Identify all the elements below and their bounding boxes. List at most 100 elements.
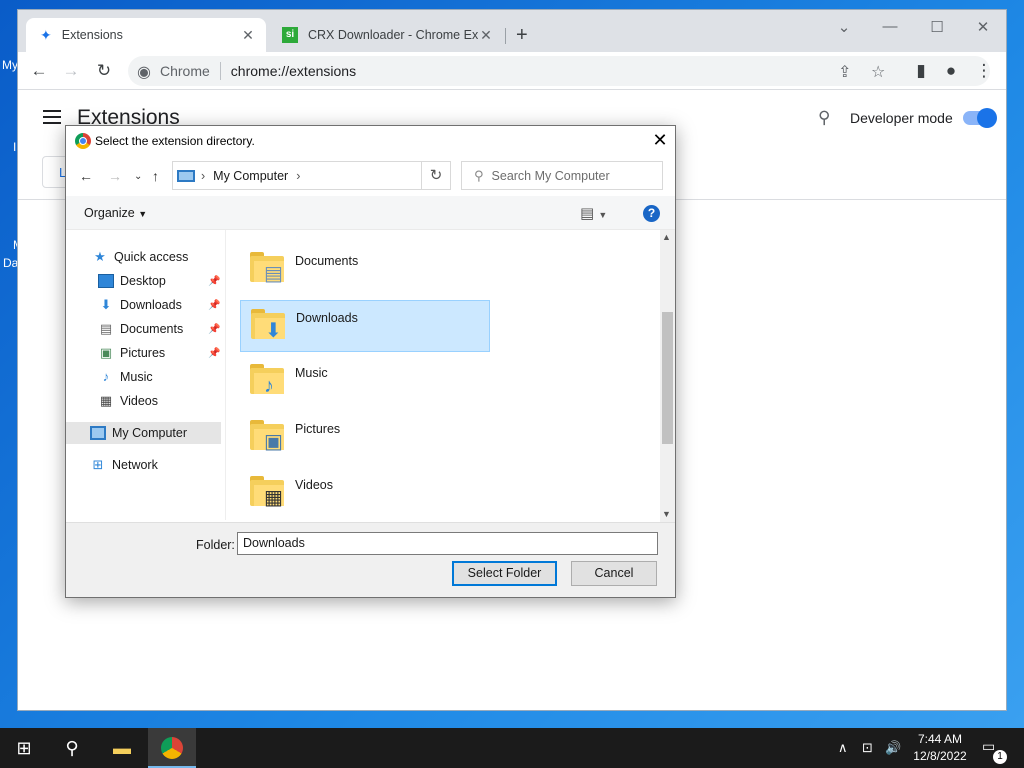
tab-title: Extensions [61,28,123,42]
nav-item-quick-access[interactable]: ★ Quick access [92,246,188,268]
document-icon: ▤ [264,263,283,285]
view-options-icon[interactable]: ▤ ▼ [580,204,607,222]
folder-list-scrollbar[interactable]: ▲ ▼ [660,230,675,522]
pin-icon[interactable]: 📌 [208,276,220,287]
refresh-icon[interactable]: ↻ [421,161,451,190]
select-folder-button[interactable]: Select Folder [452,561,557,586]
scroll-up-icon[interactable]: ▲ [662,232,671,242]
desktop-icon [98,274,114,288]
volume-icon[interactable]: 🔊 [885,740,901,756]
forward-icon[interactable]: → [108,168,122,184]
folder-label: Folder: [196,538,235,552]
folder-list: ▤ Documents ⬇ Downloads ♪ Music ▣ Pictur… [238,230,658,522]
tab-extensions[interactable]: ✦ Extensions ✕ [26,18,266,52]
help-icon[interactable]: ? [643,205,660,222]
puzzle-icon: ✦ [40,26,52,43]
bookmark-star-icon[interactable]: ☆ [871,62,885,82]
scroll-thumb[interactable] [662,312,673,444]
share-icon[interactable]: ⇪ [838,62,851,82]
clock-time: 7:44 AM [917,732,963,746]
side-panel-icon[interactable]: ▮ [910,60,932,82]
computer-icon [90,426,106,440]
nav-item-my-computer[interactable]: My Computer [66,422,221,444]
reload-icon[interactable]: ↻ [93,60,115,82]
network-status-icon[interactable]: ⊡ [862,740,873,756]
nav-item-downloads[interactable]: ⬇ Downloads [98,294,182,316]
tab-search-icon[interactable]: ⌄ [834,18,854,36]
clock-date: 12/8/2022 [913,749,967,763]
nav-item-documents[interactable]: ▤ Documents [98,318,183,340]
select-folder-dialog: Select the extension directory. ✕ ← → ⌄ … [65,125,676,598]
folder-icon: ♪ [250,364,284,397]
toggle-knob [977,108,997,128]
folder-name: Documents [295,254,359,268]
omnibox-url: chrome://extensions [230,63,357,79]
hamburger-icon[interactable] [43,110,61,124]
back-icon[interactable]: ← [79,168,93,184]
chrome-taskbar-icon[interactable] [148,728,196,768]
dialog-address-bar[interactable]: › My Computer › ⌄ [172,161,448,190]
nav-item-music[interactable]: ♪ Music [98,366,153,388]
search-icon[interactable]: ⚲ [48,728,96,768]
clock[interactable]: 7:44 AM 12/8/2022 [905,731,975,765]
desktop-icon-label[interactable]: Da [3,256,18,270]
dialog-navbar: ← → ⌄ ↑ › My Computer › ⌄ ↻ ⚲ Search My … [66,156,675,196]
nav-item-videos[interactable]: ▦ Videos [98,390,158,412]
cancel-button[interactable]: Cancel [571,561,657,586]
video-icon: ▦ [264,487,283,509]
start-button[interactable]: ⊞ [0,728,48,768]
search-input[interactable]: ⚲ Search My Computer [461,161,663,190]
close-icon[interactable]: ✕ [240,27,256,44]
tray-overflow-icon[interactable]: ∧ [838,740,848,756]
tab-crx-downloader[interactable]: si CRX Downloader - Chrome Exter ✕ [268,18,504,52]
download-icon: ⬇ [100,297,112,312]
recent-locations-icon[interactable]: ⌄ [134,171,142,182]
maximize-icon[interactable]: ☐ [927,18,947,36]
folder-item-music[interactable]: ♪ Music [240,356,490,408]
breadcrumb-chevron: › [296,168,301,183]
dialog-title: Select the extension directory. [95,134,255,148]
chevron-down-icon: ▼ [138,209,148,219]
desktop-icon-label[interactable]: My [2,58,18,72]
pin-icon[interactable]: 📌 [208,324,220,335]
folder-field[interactable]: Downloads [237,532,658,555]
pin-icon[interactable]: 📌 [208,348,220,359]
breadcrumb-location[interactable]: My Computer [213,169,288,183]
back-icon[interactable]: ← [28,60,50,82]
pin-icon[interactable]: 📌 [208,300,220,311]
new-tab-button[interactable]: + [516,25,528,45]
nav-label: Downloads [120,298,182,312]
window-close-icon[interactable]: ✕ [973,18,993,36]
up-icon[interactable]: ↑ [152,168,159,184]
browser-toolbar: ← → ↻ ◉ Chrome chrome://extensions ⇪ ☆ ▮… [18,52,1006,90]
nav-item-pictures[interactable]: ▣ Pictures [98,342,165,364]
chrome-icon: ◉ [137,64,151,81]
desktop-icon-label[interactable]: I [13,140,16,154]
omnibox-separator [219,62,221,80]
close-icon[interactable]: ✕ [478,27,494,44]
address-bar[interactable]: ◉ Chrome chrome://extensions ⇪ ☆ [128,56,990,86]
menu-icon[interactable]: ⋮ [973,60,995,82]
nav-item-network[interactable]: ⊞ Network [90,454,158,476]
minimize-icon[interactable]: — [880,18,900,35]
music-icon: ♪ [264,375,274,397]
forward-icon[interactable]: → [60,60,82,82]
scroll-down-icon[interactable]: ▼ [662,509,671,519]
document-icon: ▤ [99,321,113,336]
folder-icon: ▤ [250,252,284,285]
folder-item-videos[interactable]: ▦ Videos [240,468,490,520]
nav-item-desktop[interactable]: Desktop [98,270,166,292]
search-icon[interactable]: ⚲ [818,108,830,128]
organize-button[interactable]: Organize ▼ [84,206,147,220]
folder-item-documents[interactable]: ▤ Documents [240,244,490,296]
folder-item-pictures[interactable]: ▣ Pictures [240,412,490,464]
nav-label: Quick access [114,250,189,264]
folder-item-downloads[interactable]: ⬇ Downloads [240,300,490,352]
dialog-titlebar: Select the extension directory. ✕ [66,126,675,156]
developer-mode-toggle[interactable] [963,108,997,128]
file-explorer-icon[interactable]: ▬ [98,728,146,768]
tab-title: CRX Downloader - Chrome Exter [308,28,478,42]
close-icon[interactable]: ✕ [650,130,670,150]
profile-icon[interactable]: ● [940,60,962,82]
folder-name: Music [295,366,328,380]
